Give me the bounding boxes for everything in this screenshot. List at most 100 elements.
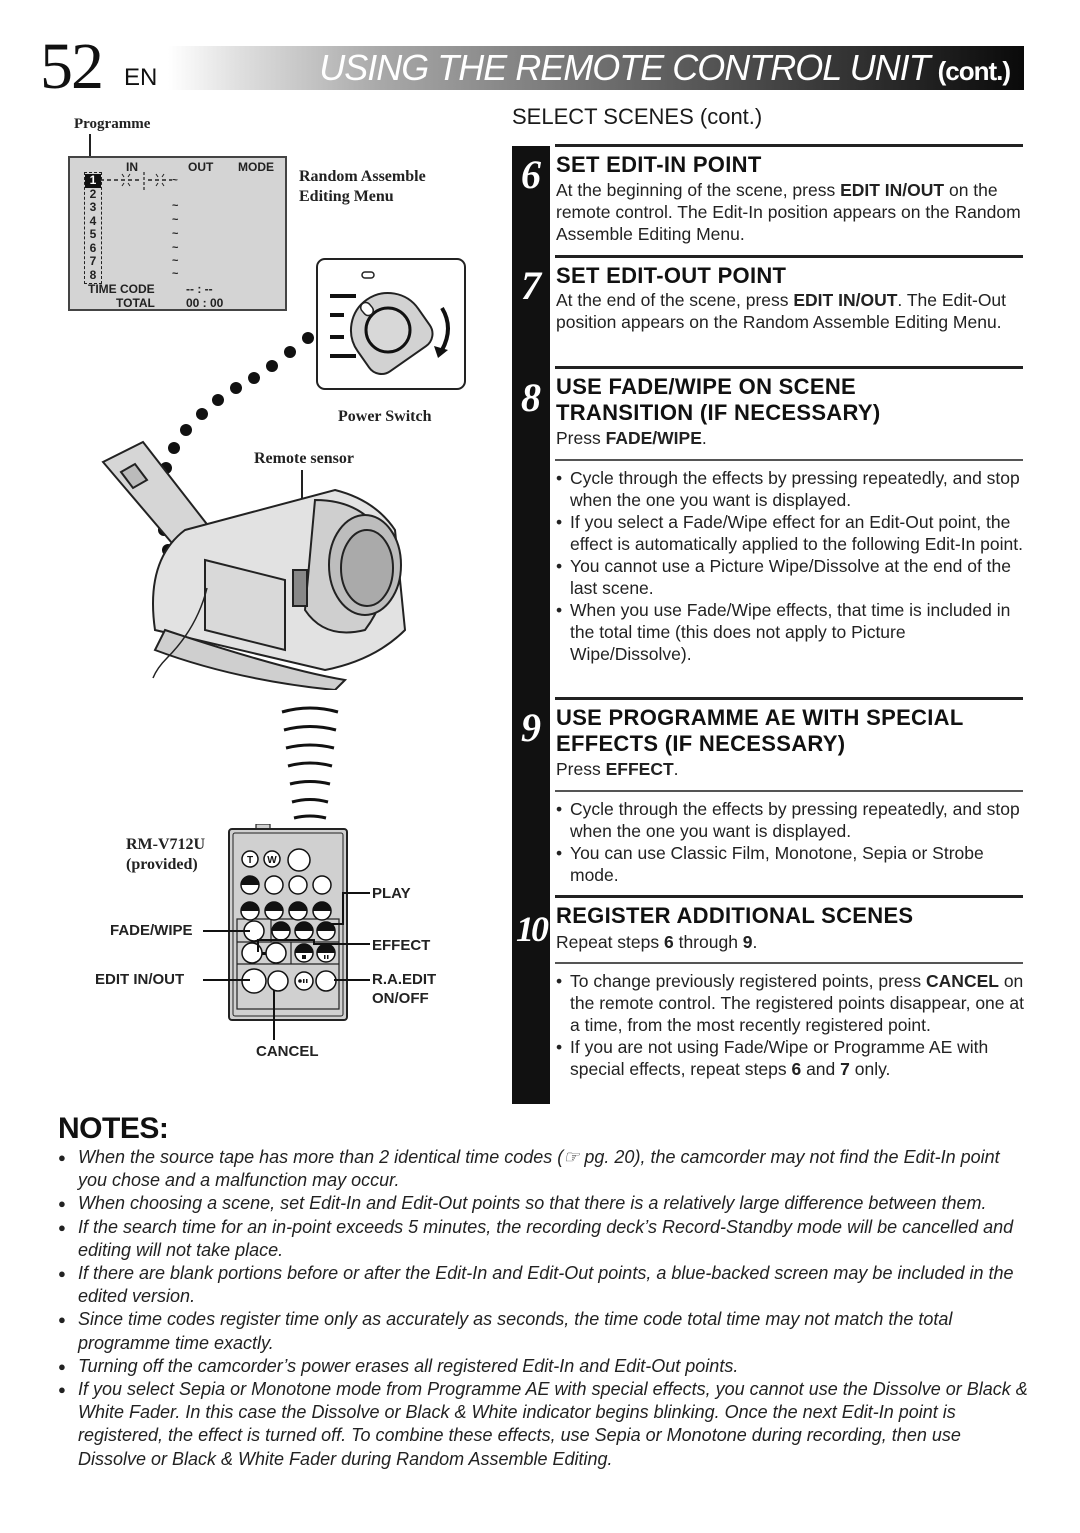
- button-reference: EFFECT: [605, 759, 674, 779]
- step-body: Press EFFECT.: [556, 758, 1024, 780]
- power-switch-label: Power Switch: [338, 408, 432, 425]
- random-assemble-editing-menu: IN OUT MODE 1 2 3 4 5 6 7 8 ~ ~ ~ ~ ~ ~ …: [68, 156, 287, 311]
- infrared-waves-icon: [281, 706, 339, 820]
- step-body-text: through: [673, 932, 743, 952]
- callout-fade-wipe: FADE/WIPE: [110, 922, 193, 939]
- page-title-suffix: (cont.): [937, 56, 1011, 86]
- step-body: At the beginning of the scene, press EDI…: [556, 179, 1024, 245]
- step-body-text: Press: [556, 759, 606, 779]
- divider: [555, 895, 1023, 898]
- bullet-text: To change previously registered points, …: [570, 971, 927, 991]
- menu-caption-line2: Editing Menu: [299, 188, 394, 205]
- menu-col-mode: MODE: [238, 160, 274, 174]
- bullet-item: To change previously registered points, …: [556, 970, 1024, 1036]
- callout-cancel: CANCEL: [256, 1043, 319, 1060]
- menu-row-number: 1: [85, 173, 101, 188]
- button-reference: CANCEL: [926, 971, 999, 991]
- menu-caption-line1: Random Assemble: [299, 168, 426, 185]
- step-body-text: Press: [556, 428, 606, 448]
- divider: [555, 255, 1023, 258]
- step-number: 7: [521, 263, 541, 308]
- title-banner: USING THE REMOTE CONTROL UNIT (cont.): [168, 46, 1024, 90]
- power-switch-illustration: [316, 258, 466, 390]
- menu-row-number: 7: [89, 254, 97, 268]
- menu-row-number: 4: [89, 213, 97, 228]
- step-reference: 6: [791, 1059, 802, 1079]
- step-number: 6: [521, 152, 541, 197]
- step-body: Repeat steps 6 through 9.: [556, 931, 1024, 953]
- bullet-item: You cannot use a Picture Wipe/Dissolve a…: [556, 555, 1024, 599]
- menu-tilde: ~: [172, 242, 179, 254]
- bullet-text: only.: [849, 1059, 891, 1079]
- divider: [555, 697, 1023, 700]
- divider: [555, 366, 1023, 369]
- menu-row-number: 2: [89, 186, 97, 201]
- remote-button-wide: W: [267, 855, 277, 866]
- step-reference: 7: [840, 1059, 850, 1079]
- remote-model-label: RM-V712U: [126, 836, 206, 853]
- divider: [555, 962, 1023, 964]
- notes-list: When the source tape has more than 2 ide…: [58, 1146, 1028, 1471]
- note-item: If the search time for an in-point excee…: [58, 1216, 1028, 1262]
- menu-tilde: ~: [172, 255, 179, 267]
- svg-text:~: ~: [172, 175, 178, 186]
- step-8-bullets: Cycle through the effects by pressing re…: [556, 467, 1024, 665]
- page-language: EN: [124, 64, 158, 91]
- step-heading: USE PROGRAMME AE WITH SPECIAL: [556, 705, 964, 730]
- step-body-text: .: [752, 932, 758, 952]
- menu-tilde: ~: [172, 214, 179, 226]
- step-heading: EFFECTS (IF NECESSARY): [556, 731, 846, 756]
- menu-tilde: ~: [172, 200, 179, 212]
- remote-button-tele: T: [247, 855, 253, 866]
- button-reference: EDIT IN/OUT: [840, 180, 945, 200]
- menu-tilde: ~: [172, 268, 179, 280]
- step-body-text: Repeat steps: [556, 932, 664, 952]
- bullet-item: Cycle through the effects by pressing re…: [556, 467, 1024, 511]
- step-heading: SET EDIT-OUT POINT: [556, 263, 787, 288]
- note-item: If you select Sepia or Monotone mode fro…: [58, 1378, 1028, 1471]
- step-body-text: At the end of the scene, press: [556, 290, 794, 310]
- remote-model-note: (provided): [126, 856, 198, 873]
- note-item: If there are blank portions before or af…: [58, 1262, 1028, 1308]
- menu-col-out: OUT: [188, 160, 214, 174]
- bullet-item: Cycle through the effects by pressing re…: [556, 798, 1024, 842]
- menu-row-number: 8: [89, 267, 97, 282]
- step-body: At the end of the scene, press EDIT IN/O…: [556, 289, 1024, 333]
- bullet-item: When you use Fade/Wipe effects, that tim…: [556, 599, 1024, 665]
- bullet-item: You can use Classic Film, Monotone, Sepi…: [556, 842, 1024, 886]
- callout-play: PLAY: [372, 885, 411, 902]
- camcorder-illustration: [101, 440, 407, 690]
- step-body-text: .: [701, 428, 707, 448]
- button-reference: EDIT IN/OUT: [793, 290, 898, 310]
- step-number: 8: [521, 375, 541, 420]
- callout-effect: EFFECT: [372, 937, 431, 954]
- note-item: When choosing a scene, set Edit-In and E…: [58, 1192, 1028, 1215]
- callout-edit-in-out: EDIT IN/OUT: [95, 971, 185, 988]
- divider: [555, 790, 1023, 792]
- menu-tilde: ~: [172, 228, 179, 240]
- menu-time-code-label: TIME CODE: [88, 282, 155, 296]
- divider: [555, 459, 1023, 461]
- callout-ra-edit-line1: R.A.EDIT: [372, 971, 437, 988]
- step-body: Press FADE/WIPE.: [556, 427, 1024, 449]
- blinking-edit-in-indicator: ~: [100, 172, 178, 192]
- step-reference: 9: [742, 932, 753, 952]
- menu-total-value: 00 : 00: [186, 296, 224, 310]
- button-reference: FADE/WIPE: [605, 428, 702, 448]
- step-reference: 6: [663, 932, 674, 952]
- programme-label: Programme: [74, 116, 151, 132]
- menu-row-number: 5: [89, 227, 97, 241]
- step-heading: TRANSITION (IF NECESSARY): [556, 400, 881, 425]
- note-item: When the source tape has more than 2 ide…: [58, 1146, 1028, 1192]
- step-heading: REGISTER ADDITIONAL SCENES: [556, 903, 914, 928]
- bullet-text: and: [801, 1059, 841, 1079]
- callout-ra-edit-line2: ON/OFF: [372, 990, 429, 1007]
- step-number: 9: [521, 705, 541, 750]
- step-heading: SET EDIT-IN POINT: [556, 152, 762, 177]
- bullet-text: If you are not using Fade/Wipe or Progra…: [570, 1037, 989, 1079]
- step-body-text: At the beginning of the scene, press: [556, 180, 841, 200]
- menu-time-code-value: -- : --: [186, 282, 213, 296]
- note-item: Turning off the camcorder’s power erases…: [58, 1355, 1028, 1378]
- notes-title: NOTES:: [58, 1112, 169, 1145]
- menu-row-number: 3: [89, 200, 97, 214]
